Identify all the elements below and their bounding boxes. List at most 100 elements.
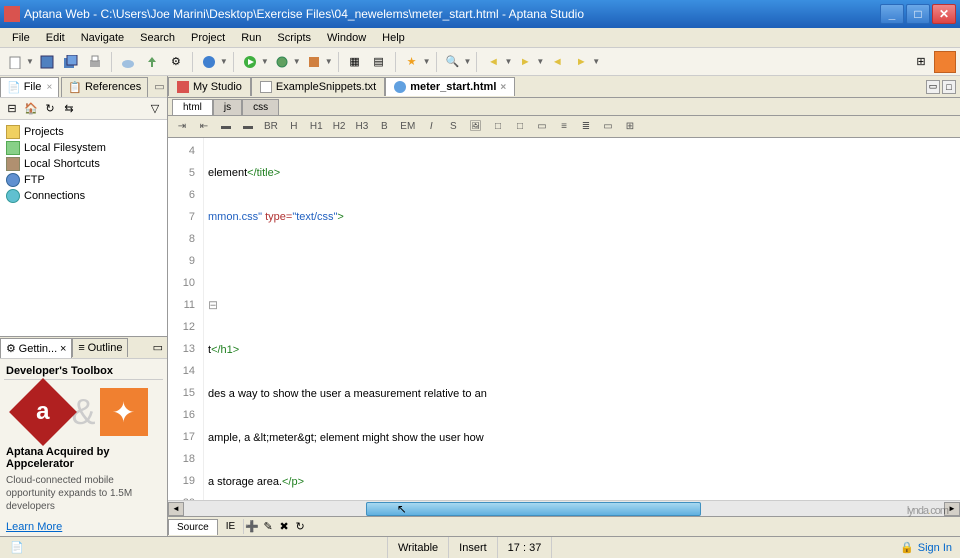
h-button[interactable]: H bbox=[284, 118, 304, 136]
h3-button[interactable]: H3 bbox=[352, 118, 373, 136]
box3-button[interactable]: ▭ bbox=[532, 118, 552, 136]
scroll-left-button[interactable]: ◄ bbox=[168, 502, 184, 516]
print-button[interactable] bbox=[84, 51, 106, 73]
cloud-button[interactable] bbox=[117, 51, 139, 73]
file-tab[interactable]: 📄File× bbox=[0, 77, 59, 97]
window-title: Aptana Web - C:\Users\Joe Marini\Desktop… bbox=[24, 7, 880, 21]
box4-button[interactable]: ▭ bbox=[598, 118, 618, 136]
outdent-button[interactable]: ⇤ bbox=[194, 118, 214, 136]
h2-button[interactable]: H2 bbox=[329, 118, 350, 136]
status-icon: 📄 bbox=[10, 541, 24, 554]
tree-local-filesystem[interactable]: Local Filesystem bbox=[4, 140, 163, 156]
toggle1-button[interactable]: ▦ bbox=[344, 51, 366, 73]
preview-tool1-icon[interactable]: ✎ bbox=[260, 519, 276, 535]
nav-back2-button[interactable]: ◄ bbox=[546, 51, 568, 73]
box1-button[interactable]: □ bbox=[488, 118, 508, 136]
profile-button[interactable] bbox=[303, 51, 325, 73]
indent-button[interactable]: ⇥ bbox=[172, 118, 192, 136]
scroll-thumb[interactable] bbox=[366, 502, 700, 516]
br-button[interactable]: BR bbox=[260, 118, 282, 136]
nav-fwd-button[interactable]: ► bbox=[514, 51, 536, 73]
toolbox-headline: Aptana Acquired by Appcelerator bbox=[4, 444, 163, 472]
save-all-button[interactable] bbox=[60, 51, 82, 73]
editor-maximize-button[interactable]: □ bbox=[942, 80, 956, 94]
run-button[interactable] bbox=[239, 51, 261, 73]
minimize-bottom-panel-button[interactable]: ▭ bbox=[149, 341, 167, 354]
maximize-button[interactable]: □ bbox=[906, 4, 930, 24]
block1-button[interactable]: ▬ bbox=[216, 118, 236, 136]
box2-button[interactable]: □ bbox=[510, 118, 530, 136]
table-button[interactable]: ⊞ bbox=[620, 118, 640, 136]
italic-button[interactable]: I bbox=[421, 118, 441, 136]
references-tab[interactable]: 📋References bbox=[61, 77, 148, 97]
link-icon[interactable]: ⇆ bbox=[61, 101, 77, 117]
list2-button[interactable]: ≣ bbox=[576, 118, 596, 136]
toggle2-button[interactable]: ▤ bbox=[368, 51, 390, 73]
menu-scripts[interactable]: Scripts bbox=[269, 30, 319, 46]
menu-edit[interactable]: Edit bbox=[38, 30, 73, 46]
toolbox-logo: a & ✦ bbox=[4, 380, 163, 444]
menu-project[interactable]: Project bbox=[183, 30, 233, 46]
horizontal-scrollbar[interactable]: ◄ ↖ ► bbox=[168, 500, 960, 516]
menu-file[interactable]: File bbox=[4, 30, 38, 46]
format-toolbar: ⇥ ⇤ ▬ ▬ BR H H1 H2 H3 B EM I S 🖼 □ □ ▭ ≡… bbox=[168, 116, 960, 138]
source-view-tab[interactable]: Source bbox=[168, 519, 218, 535]
home-icon[interactable]: 🏠 bbox=[23, 101, 39, 117]
sign-in-link[interactable]: 🔒 Sign In bbox=[900, 541, 960, 554]
getting-started-tab[interactable]: ⚙ Gettin... × bbox=[0, 338, 72, 358]
learn-more-link[interactable]: Learn More bbox=[4, 519, 64, 535]
perspective-button[interactable]: ⊞ bbox=[910, 51, 932, 73]
menu-window[interactable]: Window bbox=[319, 30, 374, 46]
tree-ftp[interactable]: FTP bbox=[4, 172, 163, 188]
editor-minimize-button[interactable]: ▭ bbox=[926, 80, 940, 94]
save-button[interactable] bbox=[36, 51, 58, 73]
view-menu-icon[interactable]: ▽ bbox=[147, 101, 163, 117]
list1-button[interactable]: ≡ bbox=[554, 118, 574, 136]
refresh-icon[interactable]: ↻ bbox=[42, 101, 58, 117]
debug-button[interactable] bbox=[271, 51, 293, 73]
star-button[interactable]: ★ bbox=[401, 51, 423, 73]
editor-tab-snippets[interactable]: ExampleSnippets.txt bbox=[251, 77, 385, 96]
code-lines[interactable]: element</title> mmon.css" type="text/css… bbox=[204, 138, 960, 500]
nav-back-button[interactable]: ◄ bbox=[482, 51, 504, 73]
preview-refresh-icon[interactable]: ↻ bbox=[292, 519, 308, 535]
globe-button[interactable] bbox=[198, 51, 220, 73]
editor-tab-mystudio[interactable]: My Studio bbox=[168, 77, 251, 96]
editor-tab-meter[interactable]: meter_start.html× bbox=[385, 77, 515, 96]
subtab-css[interactable]: css bbox=[242, 99, 279, 115]
nav-fwd2-button[interactable]: ► bbox=[570, 51, 592, 73]
collapse-all-icon[interactable]: ⊟ bbox=[4, 101, 20, 117]
preview-add-icon[interactable]: ➕ bbox=[244, 519, 260, 535]
menu-help[interactable]: Help bbox=[374, 30, 413, 46]
subtab-js[interactable]: js bbox=[213, 99, 242, 115]
strike-button[interactable]: S bbox=[443, 118, 463, 136]
search-button[interactable]: 🔍 bbox=[442, 51, 464, 73]
ie-preview-tab[interactable]: IE bbox=[218, 519, 244, 534]
scroll-right-button[interactable]: ► bbox=[944, 502, 960, 516]
new-button[interactable] bbox=[4, 51, 26, 73]
h1-button[interactable]: H1 bbox=[306, 118, 327, 136]
minimize-button[interactable]: _ bbox=[880, 4, 904, 24]
outline-tab[interactable]: ≡ Outline bbox=[72, 338, 128, 357]
menu-search[interactable]: Search bbox=[132, 30, 183, 46]
minimize-panel-button[interactable]: ▭ bbox=[150, 80, 168, 93]
tree-projects[interactable]: Projects bbox=[4, 124, 163, 140]
img-button[interactable]: 🖼 bbox=[465, 118, 486, 136]
tool1-button[interactable]: ⚙ bbox=[165, 51, 187, 73]
subtab-html[interactable]: html bbox=[172, 99, 213, 115]
menu-navigate[interactable]: Navigate bbox=[73, 30, 132, 46]
editor-area: My Studio ExampleSnippets.txt meter_star… bbox=[168, 76, 960, 536]
status-cursor: 17 : 37 bbox=[498, 537, 553, 558]
tree-local-shortcuts[interactable]: Local Shortcuts bbox=[4, 156, 163, 172]
menu-run[interactable]: Run bbox=[233, 30, 269, 46]
menubar: File Edit Navigate Search Project Run Sc… bbox=[0, 28, 960, 48]
block2-button[interactable]: ▬ bbox=[238, 118, 258, 136]
bold-button[interactable]: B bbox=[374, 118, 394, 136]
preview-tool2-icon[interactable]: ✖ bbox=[276, 519, 292, 535]
upload-button[interactable] bbox=[141, 51, 163, 73]
close-button[interactable]: ✕ bbox=[932, 4, 956, 24]
code-editor[interactable]: 4 5 6 7 8 9 10 11 12 13 14 15 16 17 18 1… bbox=[168, 138, 960, 500]
em-button[interactable]: EM bbox=[396, 118, 419, 136]
tree-connections[interactable]: Connections bbox=[4, 188, 163, 204]
perspective-aptana-button[interactable] bbox=[934, 51, 956, 73]
